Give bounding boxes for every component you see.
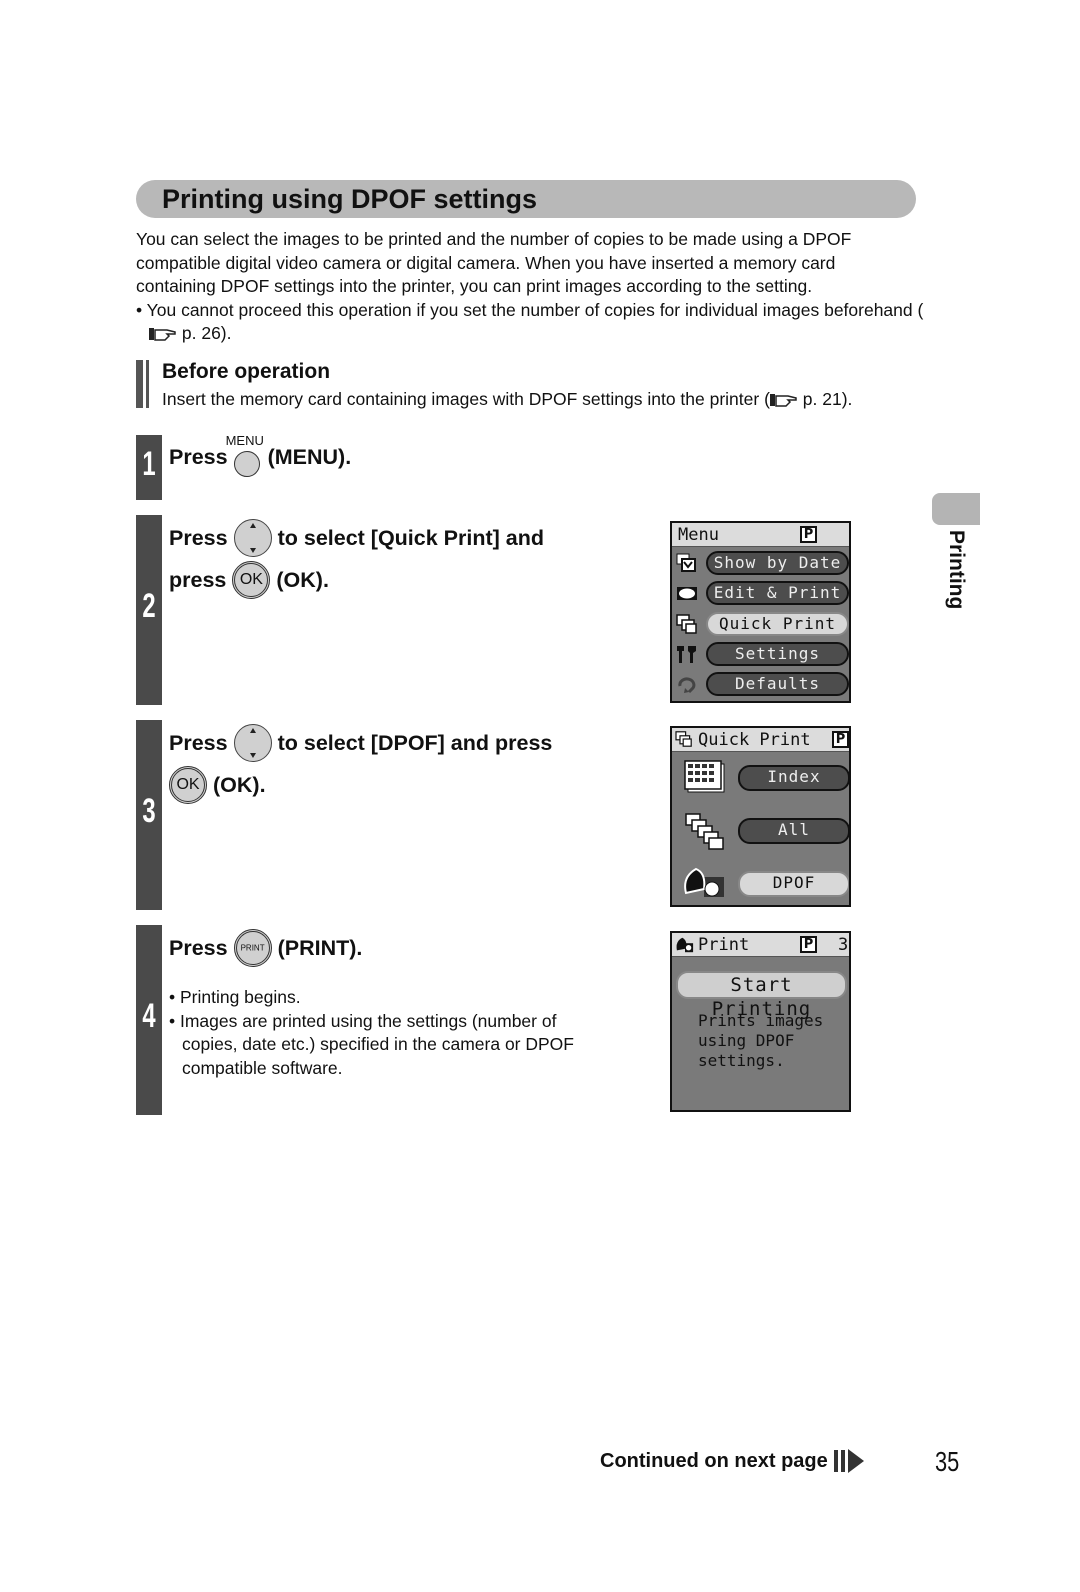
show-by-date-icon xyxy=(676,553,696,572)
side-tab: Printing xyxy=(938,530,968,630)
menu-button-icon: MENU xyxy=(226,433,264,477)
intro-paragraph: You can select the images to be printed … xyxy=(136,228,926,346)
step-2-suffix: (OK). xyxy=(276,567,329,592)
step-3-instruction: Press to select [DPOF] and press OK (OK)… xyxy=(169,722,552,806)
page-title: Printing using DPOF settings xyxy=(162,184,538,214)
step-2-instruction: Press to select [Quick Print] and press … xyxy=(169,517,544,601)
ok-button-label: OK xyxy=(176,776,200,793)
screen-print-title: Print xyxy=(698,935,750,955)
step-1-instruction: Press MENU (MENU). xyxy=(169,433,352,478)
step-2-number: 2 xyxy=(142,587,156,625)
menu-button-label: MENU xyxy=(225,433,264,448)
reference-hand-icon xyxy=(769,394,797,407)
intro-line: containing DPOF settings into the printe… xyxy=(136,276,813,296)
intro-bullet-text: • You cannot proceed this operation if y… xyxy=(136,299,924,320)
step-2-press-2: press xyxy=(169,567,227,592)
intro-line: compatible digital video camera or digit… xyxy=(136,252,836,273)
step-1-press: Press xyxy=(169,444,228,469)
screen-quick-print: Quick Print P Index All DPOF xyxy=(670,726,851,907)
step-4-notes: • Printing begins. • Images are printed … xyxy=(169,986,589,1080)
dpof-icon xyxy=(684,867,724,897)
quick-print-item-all[interactable]: All xyxy=(738,818,849,844)
p-mark-icon: P xyxy=(800,526,817,543)
quick-print-item-dpof[interactable]: DPOF xyxy=(738,871,849,897)
step-3-middle: to select [DPOF] and press xyxy=(277,730,553,755)
ok-button-label: OK xyxy=(239,571,263,588)
p-mark-icon: P xyxy=(832,731,849,748)
step-3-press: Press xyxy=(169,730,228,755)
screen-menu-title: Menu xyxy=(678,525,719,545)
quick-print-icon xyxy=(675,731,692,747)
page-number: 35 xyxy=(935,1446,960,1477)
before-operation-marker xyxy=(136,360,150,408)
menu-item-settings[interactable]: Settings xyxy=(706,642,849,666)
up-down-button-icon xyxy=(233,724,272,762)
settings-tools-icon xyxy=(677,646,696,663)
print-description-line: Prints images xyxy=(698,1011,824,1030)
screen-menu: Menu P Show by Date Edit & Print Quick P… xyxy=(670,521,851,703)
print-description-line: using DPOF xyxy=(698,1031,795,1050)
screen-quick-print-header: Quick Print P xyxy=(672,728,849,752)
continued-text: Continued on next page xyxy=(600,1449,828,1472)
ok-button-icon: OK xyxy=(169,766,207,804)
next-page-arrow-icon xyxy=(833,1449,864,1473)
quick-print-item-index[interactable]: Index xyxy=(738,765,849,791)
start-printing-button[interactable]: Start Printing xyxy=(676,971,847,1020)
print-button-label: PRINT xyxy=(240,943,265,953)
side-tab-marker xyxy=(932,493,980,525)
step-4-note: • Printing begins. xyxy=(169,987,301,1007)
step-4-instruction: Press PRINT (PRINT). xyxy=(169,927,362,969)
before-operation-ref[interactable]: p. 21). xyxy=(803,389,853,409)
before-operation-body: Insert the memory card containing images… xyxy=(162,389,770,409)
defaults-reset-icon xyxy=(678,677,696,694)
print-description: Prints images using DPOF settings. xyxy=(698,1011,823,1071)
step-3-number: 3 xyxy=(142,792,156,830)
screen-menu-header: Menu P xyxy=(672,523,849,547)
step-2-middle: to select [Quick Print] and xyxy=(277,525,545,550)
screen-quick-print-title: Quick Print xyxy=(698,730,811,750)
quick-print-icon xyxy=(676,614,697,634)
section-title-bar: Printing using DPOF settings xyxy=(136,180,916,218)
step-2-press: Press xyxy=(169,525,228,550)
index-grid-icon xyxy=(684,760,725,793)
step-1-number: 1 xyxy=(142,445,156,483)
step-4-press: Press xyxy=(169,935,228,960)
before-operation-text: Insert the memory card containing images… xyxy=(162,389,852,410)
screen-print: Print P 3 Start Printing Prints images u… xyxy=(670,931,851,1112)
intro-bullet-ref[interactable]: p. 26). xyxy=(182,323,232,343)
up-down-button-icon xyxy=(233,519,272,557)
menu-item-quick-print[interactable]: Quick Print xyxy=(706,612,849,636)
step-4-suffix: (PRINT). xyxy=(277,935,363,960)
p-mark-icon: P xyxy=(800,936,817,953)
continued-notice: Continued on next page xyxy=(600,1449,864,1473)
reference-hand-icon xyxy=(149,328,176,341)
step-3-suffix: (OK). xyxy=(213,772,266,797)
print-count: 3 xyxy=(838,935,849,955)
ok-button-icon: OK xyxy=(232,561,271,599)
menu-item-defaults[interactable]: Defaults xyxy=(706,672,849,696)
step-4-note: • Images are printed using the settings … xyxy=(169,1010,574,1078)
screen-print-header: Print P 3 xyxy=(672,933,849,957)
before-operation-heading: Before operation xyxy=(162,360,331,383)
menu-item-show-by-date[interactable]: Show by Date xyxy=(706,551,849,575)
edit-print-icon xyxy=(677,587,697,600)
step-4-number: 4 xyxy=(142,997,156,1035)
print-button-icon: PRINT xyxy=(233,929,272,967)
side-tab-label: Printing xyxy=(945,530,968,610)
all-images-icon xyxy=(685,813,724,850)
print-description-line: settings. xyxy=(698,1051,785,1070)
menu-item-edit-print[interactable]: Edit & Print xyxy=(706,581,849,605)
intro-line: You can select the images to be printed … xyxy=(136,229,852,249)
step-1-suffix: (MENU). xyxy=(267,444,352,469)
dpof-print-icon xyxy=(676,937,694,953)
intro-bullet: • You cannot proceed this operation if y… xyxy=(136,299,926,346)
